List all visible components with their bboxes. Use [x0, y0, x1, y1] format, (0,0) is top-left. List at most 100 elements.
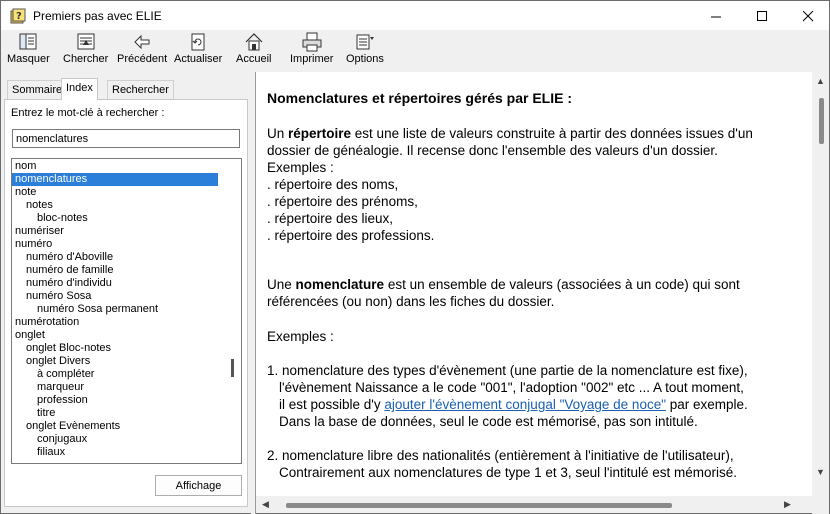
home-button[interactable]: Accueil	[236, 32, 271, 70]
text-run: est un ensemble de valeurs (associées à …	[384, 277, 740, 292]
scroll-left-icon[interactable]: ◀	[262, 499, 269, 510]
maximize-icon	[756, 10, 767, 21]
index-list-item[interactable]: numéro Sosa permanent	[12, 303, 158, 316]
close-icon	[802, 10, 813, 21]
paragraph-nomenclature-line2: référencées (ou non) dans les fiches du …	[267, 294, 555, 309]
index-list-item[interactable]: numéro de famille	[12, 264, 113, 277]
index-list-item[interactable]: nomenclatures	[12, 173, 218, 186]
scroll-down-icon[interactable]: ▼	[816, 467, 825, 477]
paragraph-nomenclature-line1: Une nomenclature est un ensemble de vale…	[267, 276, 740, 293]
text-run: est une liste de valeurs construite à pa…	[351, 126, 753, 141]
example-2-line1: 2. nomenclature libre des nationalités (…	[267, 448, 734, 463]
index-list-item[interactable]: conjugaux	[12, 433, 87, 446]
paragraph-repertoire-line2: dossier de généalogie. Il recense donc l…	[267, 143, 718, 158]
tab-rechercher[interactable]: Rechercher	[107, 80, 174, 99]
print-label: Imprimer	[290, 53, 334, 65]
index-list-item[interactable]: profession	[12, 394, 88, 407]
keyword-label: Entrez le mot-clé à rechercher :	[11, 107, 165, 119]
index-list-item[interactable]: numéro d'individu	[12, 277, 112, 290]
svg-text:?: ?	[16, 11, 22, 22]
locate-label: Chercher	[63, 53, 109, 65]
example-2-line2: Contrairement aux nomenclatures de type …	[279, 465, 738, 480]
paragraph-repertoire-line1: Un répertoire est une liste de valeurs c…	[267, 125, 753, 142]
index-panel: Entrez le mot-clé à rechercher : nomnome…	[4, 99, 248, 507]
topic-content: Nomenclatures et répertoires gérés par E…	[256, 72, 830, 514]
examples-label-1: Exemples :	[267, 160, 334, 175]
text-run: il est possible d'y	[279, 397, 385, 412]
refresh-icon	[191, 33, 205, 51]
index-list-item[interactable]: bloc-notes	[12, 212, 88, 225]
scroll-right-icon[interactable]: ▶	[784, 499, 791, 510]
content-vertical-scroll-thumb[interactable]	[819, 98, 824, 144]
content-vertical-scrollbar[interactable]: ▲ ▼	[812, 72, 829, 514]
tab-index[interactable]: Index	[61, 78, 98, 100]
list-item: . répertoire des lieux,	[267, 211, 394, 226]
index-list-item[interactable]: numériser	[12, 225, 64, 238]
index-list-item[interactable]: onglet Bloc-notes	[12, 342, 111, 355]
title-bar: ? Premiers pas avec ELIE	[0, 0, 830, 30]
index-list-item[interactable]: titre	[12, 407, 55, 420]
toolbar: Masquer Chercher Précédent Actualiser Ac…	[0, 30, 830, 72]
locate-button[interactable]: Chercher	[63, 32, 108, 70]
back-label: Précédent	[117, 53, 168, 65]
index-list-item[interactable]: filiaux	[12, 446, 65, 459]
scroll-up-icon[interactable]: ▲	[816, 76, 825, 86]
maximize-button[interactable]	[739, 1, 785, 31]
text-run: par exemple.	[666, 397, 748, 412]
window-title: Premiers pas avec ELIE	[33, 9, 162, 23]
content-horizontal-scroll-thumb[interactable]	[286, 503, 672, 508]
options-label: Options	[346, 53, 384, 65]
term-repertoire: répertoire	[288, 126, 352, 141]
options-icon	[356, 34, 374, 50]
term-nomenclature: nomenclature	[295, 277, 385, 292]
list-item: . répertoire des professions.	[267, 228, 435, 243]
index-list-item[interactable]: onglet Evènements	[12, 420, 120, 433]
list-item: . répertoire des prénoms,	[267, 194, 418, 209]
index-list-scroll-thumb[interactable]	[231, 359, 234, 377]
examples-label-2: Exemples :	[267, 329, 334, 344]
hide-button[interactable]: Masquer	[7, 32, 50, 70]
print-icon	[302, 32, 322, 52]
help-book-icon: ?	[10, 8, 26, 24]
text-run: Une	[267, 277, 296, 292]
index-list-item[interactable]: note	[12, 186, 36, 199]
print-button[interactable]: Imprimer	[290, 32, 333, 70]
refresh-button[interactable]: Actualiser	[174, 32, 222, 70]
index-list-item[interactable]: numéro d'Aboville	[12, 251, 113, 264]
close-button[interactable]	[785, 1, 830, 31]
text-run: Un	[267, 126, 289, 141]
refresh-label: Actualiser	[174, 53, 223, 65]
display-button[interactable]: Affichage	[155, 475, 242, 496]
keyword-input[interactable]	[12, 129, 240, 148]
back-button[interactable]: Précédent	[117, 32, 167, 70]
options-button[interactable]: Options	[346, 32, 384, 70]
hide-label: Masquer	[7, 53, 50, 65]
index-list-item[interactable]: marqueur	[12, 381, 84, 394]
content-horizontal-scrollbar[interactable]: ◀ ▶	[256, 496, 813, 513]
index-list-item[interactable]: à compléter	[12, 368, 94, 381]
home-label: Accueil	[236, 53, 272, 65]
minimize-button[interactable]	[693, 1, 739, 31]
locate-icon	[77, 33, 95, 50]
example-1-line4: Dans la base de données, seul le code es…	[279, 414, 698, 429]
link-add-event[interactable]: ajouter l'évènement conjugal "Voyage de …	[384, 397, 666, 412]
back-arrow-icon	[134, 34, 150, 50]
topic-title: Nomenclatures et répertoires gérés par E…	[267, 90, 572, 106]
navigation-pane: Sommaire Index Rechercher Entrez le mot-…	[0, 72, 251, 514]
tab-sommaire[interactable]: Sommaire	[7, 80, 68, 99]
index-list-item[interactable]: notes	[12, 199, 53, 212]
minimize-icon	[710, 16, 721, 17]
hide-pane-icon	[19, 33, 37, 50]
index-list-scrollbar[interactable]	[224, 159, 241, 463]
index-list-item[interactable]: numéro Sosa	[12, 290, 91, 303]
home-icon	[245, 33, 263, 51]
index-list-item[interactable]: numérotation	[12, 316, 79, 329]
example-1-line2: l'évènement Naissance a le code "001", l…	[279, 380, 744, 395]
index-list-item[interactable]: numéro	[12, 238, 52, 251]
example-1-line1: 1. nomenclature des types d'évènement (u…	[267, 363, 748, 378]
index-list-item[interactable]: nom	[12, 160, 36, 173]
list-item: . répertoire des noms,	[267, 177, 399, 192]
index-list-item[interactable]: onglet Divers	[12, 355, 90, 368]
index-list-item[interactable]: onglet	[12, 329, 45, 342]
index-list[interactable]: nom nomenclatures note notes bloc-notes numér…	[11, 158, 242, 464]
